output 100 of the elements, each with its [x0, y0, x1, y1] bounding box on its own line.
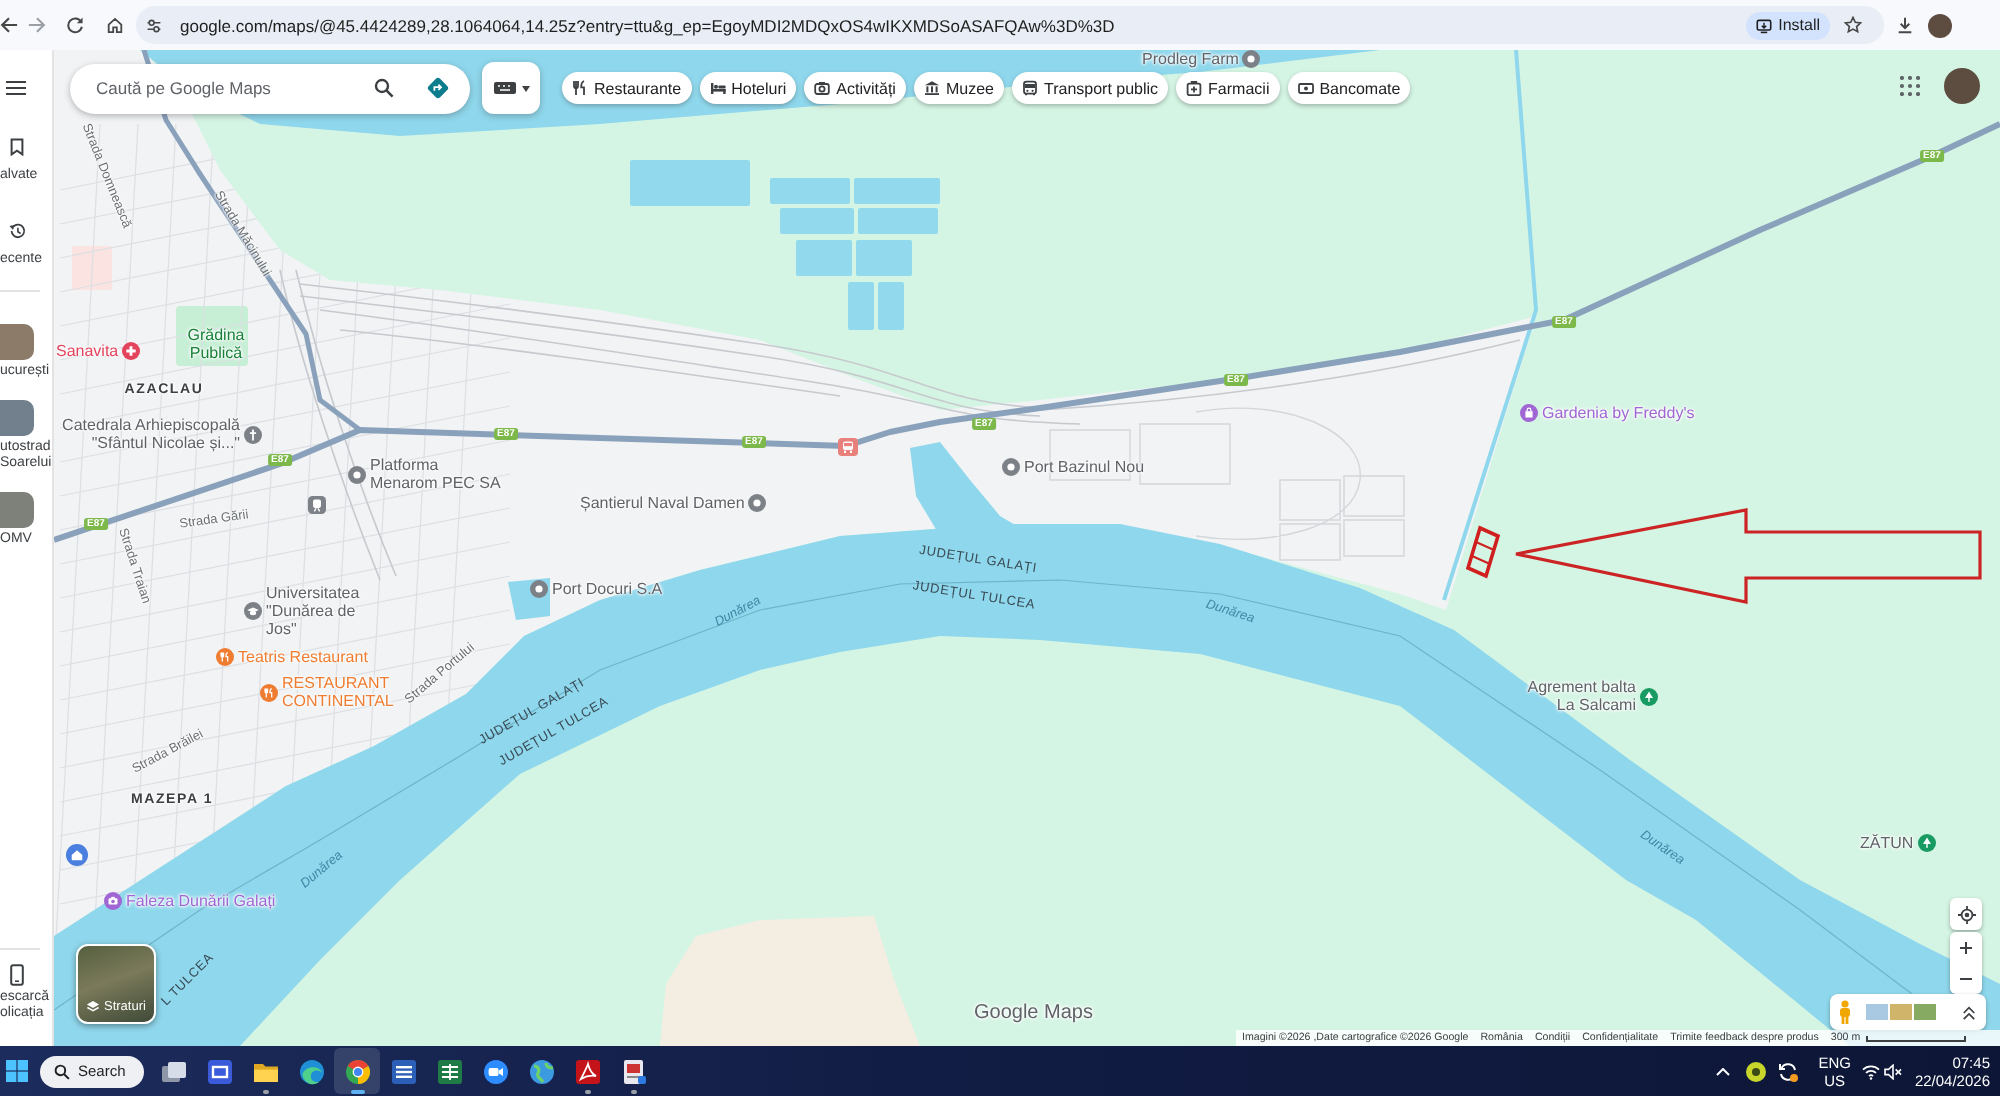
plus-icon [1960, 941, 1972, 954]
round-tray-icon[interactable] [1746, 1061, 1767, 1081]
tune-icon[interactable] [146, 17, 162, 33]
install-button[interactable]: Install [1746, 11, 1830, 39]
picture-document-icon [619, 1057, 647, 1085]
tree-icon[interactable] [1640, 687, 1658, 705]
filter-chip[interactable]: Farmacii [1176, 72, 1280, 104]
avatar[interactable] [1928, 13, 1952, 37]
my-location-button[interactable] [1950, 898, 1982, 930]
location-pin-icon[interactable] [1002, 458, 1020, 476]
swoosh-tile-icon [573, 1057, 601, 1085]
fish-pond [878, 282, 904, 330]
search-icon[interactable] [374, 78, 394, 98]
fish-pond [848, 282, 874, 330]
wifi-icon[interactable] [1862, 1063, 1881, 1079]
place-label[interactable]: Șantierul Naval Damen [580, 494, 745, 512]
apps-grid-icon[interactable] [1900, 76, 1920, 96]
download-icon[interactable] [1896, 16, 1914, 34]
place-label[interactable]: ZĂTUN [1860, 834, 1914, 852]
banknote-icon [1297, 80, 1314, 96]
chevron-up-icon[interactable] [1716, 1067, 1731, 1075]
park-label: Grădina Publică [187, 326, 245, 362]
camera-icon [814, 80, 831, 96]
bookmark-icon [9, 138, 23, 156]
globe-icon [527, 1057, 555, 1085]
segmented-circle-icon [343, 1057, 371, 1085]
directions-icon[interactable] [426, 76, 450, 100]
fish-pond [854, 178, 940, 204]
fork-knife-icon [572, 80, 588, 96]
filter-chip[interactable]: Hoteluri [699, 72, 797, 104]
place-label[interactable]: Catedrala Arhiepiscopală "Sfântul Nicolae și..." [56, 416, 240, 452]
fish-pond [630, 160, 750, 206]
train-icon[interactable] [308, 496, 326, 514]
framed-tile-icon [205, 1057, 233, 1085]
home-icon[interactable] [106, 16, 124, 34]
bed-icon [709, 80, 726, 96]
keyboard-button[interactable] [482, 62, 540, 114]
phone-icon [9, 964, 23, 986]
shopping-bag-icon[interactable] [1520, 404, 1538, 422]
search-bar[interactable]: Caută pe Google Maps [70, 63, 470, 113]
location-pin-icon[interactable] [348, 465, 366, 483]
location-pin-icon[interactable] [1242, 50, 1261, 68]
keyboard-icon [493, 82, 515, 94]
house-pin-icon[interactable] [66, 844, 88, 866]
star-icon[interactable] [1844, 16, 1862, 34]
cross-pin-icon[interactable] [244, 425, 262, 443]
double-chevron-icon[interactable] [1962, 1005, 1976, 1019]
back-arrow-icon[interactable] [0, 16, 18, 34]
fork-knife-icon[interactable] [216, 648, 234, 666]
hospital-icon[interactable] [122, 342, 141, 360]
filter-chip[interactable]: Transport public [1011, 72, 1169, 104]
camera-icon[interactable] [104, 892, 122, 910]
place-label[interactable]: Agrement balta La Salcami [1516, 678, 1636, 714]
grid-tile-icon [435, 1057, 463, 1085]
location-pin-icon[interactable] [530, 580, 548, 598]
document-tile-icon [389, 1057, 417, 1085]
search-field[interactable]: Caută pe Google Maps [96, 77, 374, 99]
taskbar-app-button[interactable] [334, 1048, 380, 1094]
layer-thumbnail[interactable] [1866, 1004, 1888, 1020]
layers-icon [86, 1000, 100, 1014]
menu-icon[interactable] [6, 80, 26, 96]
photo-placeholder [0, 324, 34, 360]
history-icon [7, 222, 25, 240]
address-bar[interactable]: google.com/maps/@45.4424289,28.1064064,14.25z?entry=ttu&g_ep=EgoyMDI2MDQxOS4wIKXMDSoASAFQAw%3D%3D Install [136, 6, 1884, 44]
filter-chip[interactable]: Restaurante [562, 72, 692, 104]
maps-logo: Google Maps [974, 1002, 1093, 1024]
video-camera-icon [481, 1057, 509, 1085]
fork-knife-icon[interactable] [260, 683, 278, 701]
park-area [176, 306, 248, 366]
stacked-windows-icon [159, 1057, 187, 1085]
photo-placeholder [0, 492, 34, 528]
place-label[interactable]: Platforma Menarom PEC SA [370, 456, 506, 492]
place-label[interactable]: Port Bazinul Nou [1024, 458, 1145, 476]
filter-chip[interactable]: Activități [804, 72, 906, 104]
place-label[interactable]: Sanavita [56, 342, 119, 360]
hospital-grounds-area [72, 246, 112, 290]
layer-thumbnail[interactable] [1914, 1004, 1936, 1020]
sync-icon[interactable] [1778, 1061, 1799, 1081]
place-label[interactable]: Port Docuri S.A [552, 580, 663, 598]
caret-icon [521, 85, 529, 91]
reload-icon[interactable] [66, 16, 84, 34]
place-label[interactable]: Prodleg Farm [1142, 50, 1239, 68]
fish-pond [770, 178, 850, 204]
filter-chip[interactable]: Bancomate [1287, 72, 1411, 104]
scale-bar [1866, 1035, 1967, 1041]
layer-thumbnail[interactable] [1890, 1004, 1912, 1020]
fish-pond [858, 208, 938, 234]
url-text: google.com/maps/@45.4424289,28.1064064,14.25z?entry=ttu&g_ep=EgoyMDI2MDQxOS4wIKXMDSoASAFQAw%3D%3D [180, 15, 1115, 35]
place-label[interactable]: Universitatea "Dunărea de Jos" [266, 584, 366, 638]
location-pin-icon[interactable] [748, 494, 767, 512]
muted-speaker-icon[interactable] [1884, 1063, 1903, 1079]
medical-bag-icon [1186, 80, 1203, 96]
graduation-cap-icon[interactable] [244, 602, 262, 620]
fish-pond [796, 240, 852, 276]
tree-icon[interactable] [1917, 834, 1936, 852]
photo-placeholder [0, 400, 34, 436]
bus-icon [1021, 80, 1038, 96]
filter-chip[interactable]: Muzee [913, 72, 1004, 104]
fish-pond [856, 240, 912, 276]
swirl-icon [297, 1057, 325, 1085]
